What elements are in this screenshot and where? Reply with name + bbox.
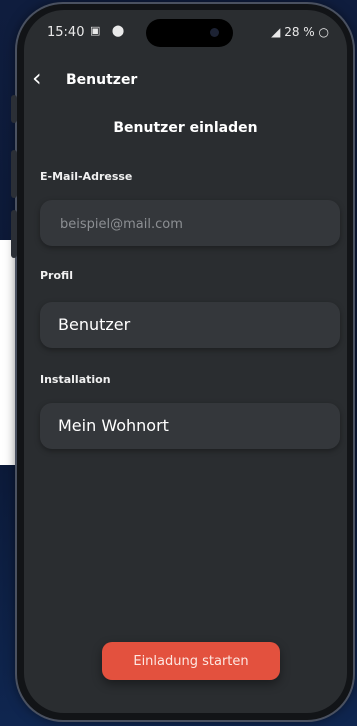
chevron-left-icon[interactable]: ‹ (32, 66, 42, 90)
email-field-container (40, 200, 340, 248)
app-screen: 15:40 ▣ ⬤ ◢ 28 % ○ ‹ Benutzer Benutzer e… (24, 10, 347, 713)
camera-icon (210, 28, 219, 37)
email-field[interactable] (58, 200, 322, 248)
installation-label: Installation (40, 373, 111, 386)
phone-side-button (11, 150, 17, 198)
signal-battery-indicator: ◢ 28 % ○ (271, 25, 329, 39)
phone-side-button (11, 210, 17, 258)
installation-select[interactable]: Mein Wohnort (40, 403, 340, 449)
dynamic-island (146, 19, 233, 47)
app-header: ‹ Benutzer (24, 60, 347, 96)
phone-side-button (11, 95, 17, 123)
profile-label: Profil (40, 269, 73, 282)
profile-value: Benutzer (58, 315, 131, 334)
notification-icons: ▣ ⬤ (90, 24, 129, 37)
header-title: Benutzer (66, 72, 138, 88)
installation-value: Mein Wohnort (58, 416, 169, 435)
status-bar: 15:40 ▣ ⬤ ◢ 28 % ○ (24, 10, 347, 50)
profile-select[interactable]: Benutzer (40, 302, 340, 348)
status-time: 15:40 (47, 25, 85, 40)
page-title: Benutzer einladen (113, 120, 258, 136)
email-label: E-Mail-Adresse (40, 170, 133, 183)
start-invitation-button[interactable]: Einladung starten (102, 642, 280, 680)
